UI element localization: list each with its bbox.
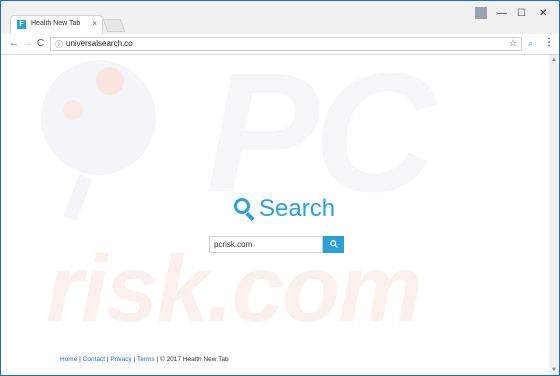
bookmark-star-icon[interactable]: ☆ — [509, 38, 517, 49]
title-bar: F Health New Tab × — ☐ ✕ — [1, 1, 559, 34]
back-button[interactable]: ← — [9, 38, 19, 49]
address-bar[interactable]: ⓘ universalsearch.co ☆ — [50, 37, 522, 51]
browser-tab[interactable]: F Health New Tab × — [10, 15, 103, 34]
tab-close-icon[interactable]: × — [92, 19, 97, 28]
forward-button[interactable]: → — [23, 38, 33, 49]
footer-link-home[interactable]: Home — [60, 356, 77, 363]
close-window-button[interactable]: ✕ — [539, 8, 547, 19]
search-icon — [329, 239, 338, 248]
page-content: PC risk.com Search Home | Contact | Priv… — [1, 55, 559, 375]
footer-link-privacy[interactable]: Privacy — [110, 356, 131, 363]
maximize-button[interactable]: ☐ — [517, 8, 526, 19]
browser-toolbar: ← → C ⓘ universalsearch.co ☆ ⌕ ⋮ — [1, 34, 559, 55]
scroll-down-arrow-icon[interactable]: ▼ — [549, 367, 559, 373]
profile-icon[interactable] — [475, 7, 487, 19]
scroll-up-arrow-icon[interactable]: ▲ — [549, 57, 559, 63]
search-input[interactable] — [209, 236, 323, 253]
watermark-decoration — [63, 100, 83, 120]
footer-link-contact[interactable]: Contact — [83, 356, 105, 363]
extension-search-icon[interactable]: ⌕ — [528, 38, 533, 49]
footer-copyright: © 2017 Health New Tab — [159, 356, 229, 363]
logo-text: Search — [259, 195, 336, 222]
footer-separator: | — [79, 356, 81, 363]
minimize-button[interactable]: — — [497, 8, 507, 19]
search-button[interactable] — [323, 236, 344, 253]
tab-title: Health New Tab — [31, 20, 81, 27]
footer-separator: | — [106, 356, 109, 363]
footer-link-terms[interactable]: Terms — [137, 356, 155, 363]
tab-favicon-icon: F — [17, 20, 26, 29]
page-info-icon[interactable]: ⓘ — [55, 39, 63, 50]
address-bar-url: universalsearch.co — [66, 39, 133, 48]
new-tab-button[interactable] — [102, 19, 126, 32]
footer-separator: | — [156, 356, 159, 363]
watermark-decoration — [63, 173, 93, 222]
vertical-scrollbar[interactable]: ▲ ▼ — [549, 55, 559, 375]
page-footer: Home | Contact | Privacy | Terms | © 201… — [60, 356, 229, 363]
browser-window: F Health New Tab × — ☐ ✕ ← → C ⓘ univers… — [0, 0, 560, 376]
watermark-decoration — [96, 67, 124, 95]
browser-menu-icon[interactable]: ⋮ — [544, 37, 554, 48]
footer-separator: | — [133, 356, 136, 363]
reload-button[interactable]: C — [37, 38, 44, 49]
